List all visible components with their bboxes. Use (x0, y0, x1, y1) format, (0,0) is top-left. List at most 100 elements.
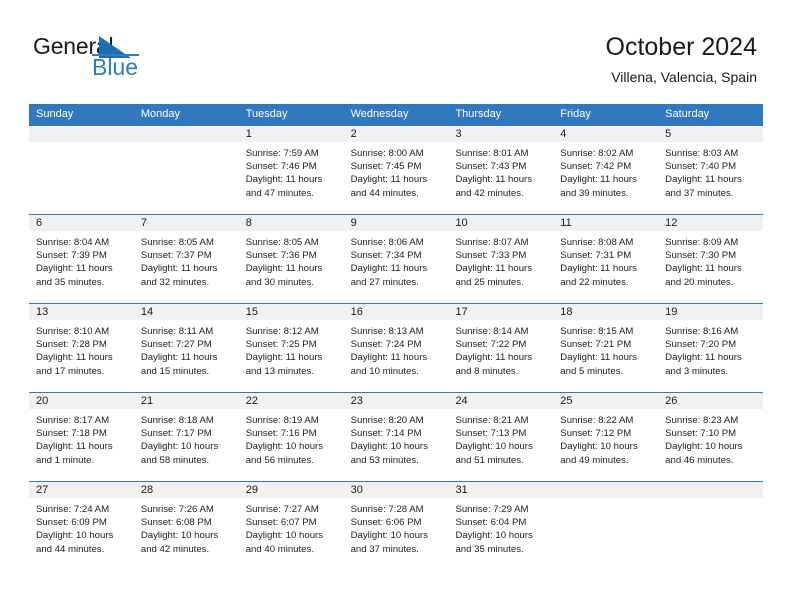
day-number: 29 (245, 484, 258, 496)
sunset-text: Sunset: 6:07 PM (245, 517, 317, 529)
day-cell[interactable]: 31 Sunrise: 7:29 AM Sunset: 6:04 PM Dayl… (448, 482, 554, 570)
daylight-text-line2: and 22 minutes. (560, 276, 629, 288)
day-number: 15 (245, 306, 258, 318)
day-cell[interactable]: 25 Sunrise: 8:22 AM Sunset: 7:12 PM Dayl… (553, 393, 659, 481)
daylight-text-line2: and 44 minutes. (350, 187, 419, 199)
day-number: 22 (245, 395, 258, 407)
day-cell[interactable]: 13 Sunrise: 8:10 AM Sunset: 7:28 PM Dayl… (29, 304, 134, 392)
sunset-text: Sunset: 6:08 PM (140, 517, 212, 529)
day-details: Sunrise: 7:29 AM Sunset: 6:04 PM Dayligh… (448, 499, 553, 556)
day-cell[interactable]: 27 Sunrise: 7:24 AM Sunset: 6:09 PM Dayl… (29, 482, 134, 570)
day-number: 28 (140, 484, 154, 496)
day-details: Sunrise: 7:28 AM Sunset: 6:06 PM Dayligh… (344, 499, 449, 556)
day-cell[interactable]: 28 Sunrise: 7:26 AM Sunset: 6:08 PM Dayl… (133, 482, 239, 570)
day-number-band: 6 (29, 215, 134, 232)
day-cell[interactable]: 14 Sunrise: 8:11 AM Sunset: 7:27 PM Dayl… (133, 304, 239, 392)
sunrise-text: Sunrise: 8:05 AM (140, 237, 214, 248)
daylight-text-line1: Daylight: 10 hours (350, 441, 428, 453)
day-number-band: 12 (658, 215, 764, 232)
general-blue-logo[interactable]: General Blue (33, 33, 213, 83)
sunrise-text: Sunrise: 7:26 AM (140, 504, 214, 515)
sunset-text: Sunset: 7:39 PM (36, 250, 107, 262)
day-cell[interactable]: 15 Sunrise: 8:12 AM Sunset: 7:25 PM Dayl… (238, 304, 344, 392)
sunrise-text: Sunrise: 8:08 AM (560, 237, 634, 248)
day-cell[interactable]: 21 Sunrise: 8:18 AM Sunset: 7:17 PM Dayl… (133, 393, 239, 481)
day-cell[interactable]: 4 Sunrise: 8:02 AM Sunset: 7:42 PM Dayli… (553, 126, 659, 214)
sunset-text: Sunset: 7:27 PM (140, 339, 212, 351)
daylight-text-line2: and 37 minutes. (665, 187, 734, 199)
day-cell[interactable]: 10 Sunrise: 8:07 AM Sunset: 7:33 PM Dayl… (448, 215, 554, 303)
day-number: 31 (455, 484, 468, 496)
sunrise-text: Sunrise: 8:07 AM (455, 237, 529, 248)
sunset-text: Sunset: 7:46 PM (245, 161, 317, 173)
day-cell[interactable]: 8 Sunrise: 8:05 AM Sunset: 7:36 PM Dayli… (238, 215, 344, 303)
weekday-header-sunday: Sunday (36, 108, 74, 120)
daylight-text-line2: and 32 minutes. (140, 276, 210, 288)
sunrise-text: Sunrise: 8:18 AM (140, 415, 214, 426)
day-number: 17 (455, 306, 468, 318)
day-cell[interactable]: 22 Sunrise: 8:19 AM Sunset: 7:16 PM Dayl… (238, 393, 344, 481)
day-cell[interactable]: 3 Sunrise: 8:01 AM Sunset: 7:43 PM Dayli… (448, 126, 554, 214)
day-cell[interactable]: 29 Sunrise: 7:27 AM Sunset: 6:07 PM Dayl… (238, 482, 344, 570)
day-number-band: 28 (133, 482, 239, 499)
day-cell[interactable] (553, 482, 659, 570)
week-row: 1 Sunrise: 7:59 AM Sunset: 7:46 PM Dayli… (29, 125, 764, 214)
day-cell[interactable]: 6 Sunrise: 8:04 AM Sunset: 7:39 PM Dayli… (29, 215, 134, 303)
sunset-text: Sunset: 7:43 PM (455, 161, 527, 173)
daylight-text-line1: Daylight: 11 hours (36, 352, 113, 364)
day-number-band: 8 (238, 215, 344, 232)
day-number: 2 (350, 128, 357, 140)
weekday-header-wednesday: Wednesday (350, 108, 409, 120)
daylight-text-line1: Daylight: 11 hours (245, 352, 323, 364)
day-number-band: 2 (343, 126, 449, 143)
sunrise-text: Sunrise: 8:23 AM (665, 415, 739, 426)
daylight-text-line1: Daylight: 11 hours (350, 352, 428, 364)
day-number: 23 (350, 395, 363, 407)
day-cell[interactable]: 12 Sunrise: 8:09 AM Sunset: 7:30 PM Dayl… (658, 215, 764, 303)
sunset-text: Sunset: 7:34 PM (350, 250, 422, 262)
day-cell[interactable]: 18 Sunrise: 8:15 AM Sunset: 7:21 PM Dayl… (553, 304, 659, 392)
sunset-text: Sunset: 7:33 PM (455, 250, 527, 262)
day-details (553, 499, 658, 503)
daylight-text-line2: and 47 minutes. (245, 187, 314, 199)
day-cell[interactable]: 9 Sunrise: 8:06 AM Sunset: 7:34 PM Dayli… (343, 215, 449, 303)
daylight-text-line1: Daylight: 11 hours (560, 174, 637, 186)
sunrise-text: Sunrise: 8:02 AM (560, 148, 634, 159)
day-cell[interactable]: 20 Sunrise: 8:17 AM Sunset: 7:18 PM Dayl… (29, 393, 134, 481)
daylight-text-line1: Daylight: 11 hours (665, 352, 742, 364)
day-cell[interactable]: 19 Sunrise: 8:16 AM Sunset: 7:20 PM Dayl… (658, 304, 764, 392)
day-cell[interactable]: 24 Sunrise: 8:21 AM Sunset: 7:13 PM Dayl… (448, 393, 554, 481)
day-cell[interactable] (29, 126, 134, 214)
day-number: 25 (560, 395, 573, 407)
daylight-text-line1: Daylight: 11 hours (560, 352, 637, 364)
week-row: 6 Sunrise: 8:04 AM Sunset: 7:39 PM Dayli… (29, 214, 764, 303)
logo-text-blue: Blue (92, 54, 139, 80)
day-details: Sunrise: 8:20 AM Sunset: 7:14 PM Dayligh… (344, 410, 449, 467)
day-cell[interactable]: 2 Sunrise: 8:00 AM Sunset: 7:45 PM Dayli… (343, 126, 449, 214)
day-number: 21 (140, 395, 154, 407)
calendar-page: General Blue October 2024 Villena, Valen… (0, 0, 792, 612)
day-cell[interactable]: 16 Sunrise: 8:13 AM Sunset: 7:24 PM Dayl… (343, 304, 449, 392)
day-cell[interactable] (658, 482, 764, 570)
day-cell[interactable]: 7 Sunrise: 8:05 AM Sunset: 7:37 PM Dayli… (133, 215, 239, 303)
day-number-band (133, 126, 239, 143)
day-number: 6 (36, 217, 43, 229)
day-cell[interactable] (133, 126, 239, 214)
day-cell[interactable]: 17 Sunrise: 8:14 AM Sunset: 7:22 PM Dayl… (448, 304, 554, 392)
day-number-band: 30 (343, 482, 449, 499)
day-cell[interactable]: 23 Sunrise: 8:20 AM Sunset: 7:14 PM Dayl… (343, 393, 449, 481)
day-cell[interactable]: 26 Sunrise: 8:23 AM Sunset: 7:10 PM Dayl… (658, 393, 764, 481)
day-cell[interactable]: 30 Sunrise: 7:28 AM Sunset: 6:06 PM Dayl… (343, 482, 449, 570)
day-details: Sunrise: 8:21 AM Sunset: 7:13 PM Dayligh… (448, 410, 553, 467)
weekday-header-monday: Monday (140, 108, 180, 120)
day-cell[interactable]: 1 Sunrise: 7:59 AM Sunset: 7:46 PM Dayli… (238, 126, 344, 214)
day-number-band: 16 (343, 304, 449, 321)
sunrise-text: Sunrise: 8:09 AM (665, 237, 739, 248)
day-cell[interactable]: 5 Sunrise: 8:03 AM Sunset: 7:40 PM Dayli… (658, 126, 764, 214)
sunset-text: Sunset: 7:21 PM (560, 339, 632, 351)
day-cell[interactable]: 11 Sunrise: 8:08 AM Sunset: 7:31 PM Dayl… (553, 215, 659, 303)
day-details (658, 499, 763, 503)
day-number-band: 17 (448, 304, 554, 321)
title-block: October 2024 Villena, Valencia, Spain (606, 32, 758, 88)
sunrise-text: Sunrise: 8:12 AM (245, 326, 319, 337)
